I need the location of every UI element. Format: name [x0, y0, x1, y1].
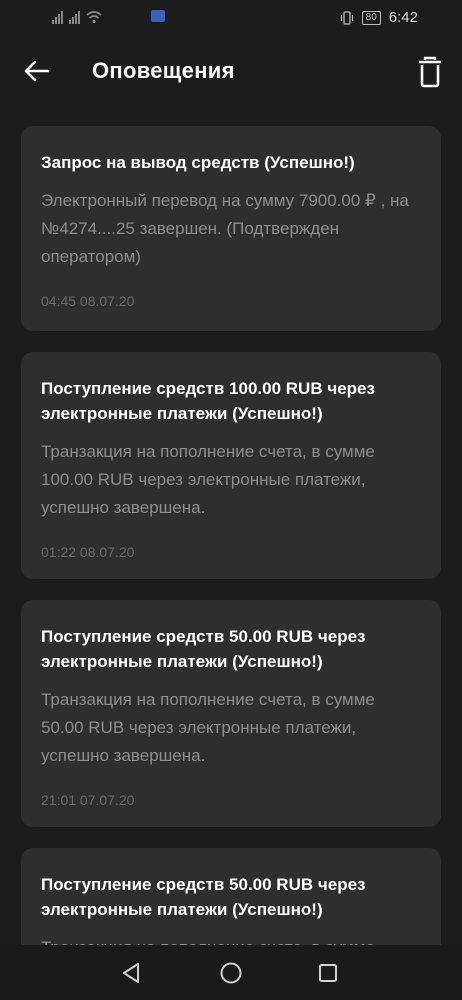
system-nav-bar	[0, 945, 462, 1000]
circle-home-icon[interactable]	[219, 961, 243, 985]
notification-card[interactable]: Запрос на вывод средств (Успешно!) Элект…	[21, 126, 441, 331]
notification-time: 01:22 08.07.20	[41, 544, 135, 560]
trash-icon[interactable]	[416, 56, 444, 88]
vibrate-icon	[340, 10, 353, 25]
triangle-back-icon[interactable]	[119, 961, 143, 985]
status-left	[52, 10, 102, 24]
square-recent-icon[interactable]	[317, 962, 339, 984]
notification-title: Поступление средств 50.00 RUB через элек…	[41, 875, 366, 919]
signal-icon-2	[69, 10, 80, 24]
status-right: 80 6:42	[340, 9, 418, 26]
notification-list: Запрос на вывод средств (Успешно!) Элект…	[21, 126, 441, 989]
notification-body: Транзакция на пополнение счета, в сумме …	[41, 690, 375, 765]
wifi-icon	[86, 11, 102, 24]
arrow-left-icon[interactable]	[22, 56, 52, 86]
notification-title: Поступление средств 50.00 RUB через элек…	[41, 627, 366, 671]
notification-card[interactable]: Поступление средств 100.00 RUB через эле…	[21, 352, 441, 579]
notification-card[interactable]: Поступление средств 50.00 RUB через элек…	[21, 600, 441, 827]
battery-icon: 80	[361, 10, 381, 25]
app-notification-icon	[151, 10, 165, 22]
status-time: 6:42	[388, 9, 418, 26]
notification-time: 04:45 08.07.20	[41, 293, 135, 309]
status-bar: 80 6:42	[0, 0, 462, 36]
notification-time: 21:01 07.07.20	[41, 792, 135, 808]
app-bar: Оповещения	[0, 36, 462, 106]
page-title: Оповещения	[92, 58, 235, 83]
notification-title: Запрос на вывод средств (Успешно!)	[41, 153, 355, 172]
notification-title: Поступление средств 100.00 RUB через эле…	[41, 379, 375, 423]
notification-body: Электронный перевод на сумму 7900.00 ₽ ,…	[41, 191, 409, 266]
signal-icon	[52, 10, 63, 24]
notification-body: Транзакция на пополнение счета, в сумме …	[41, 442, 375, 517]
